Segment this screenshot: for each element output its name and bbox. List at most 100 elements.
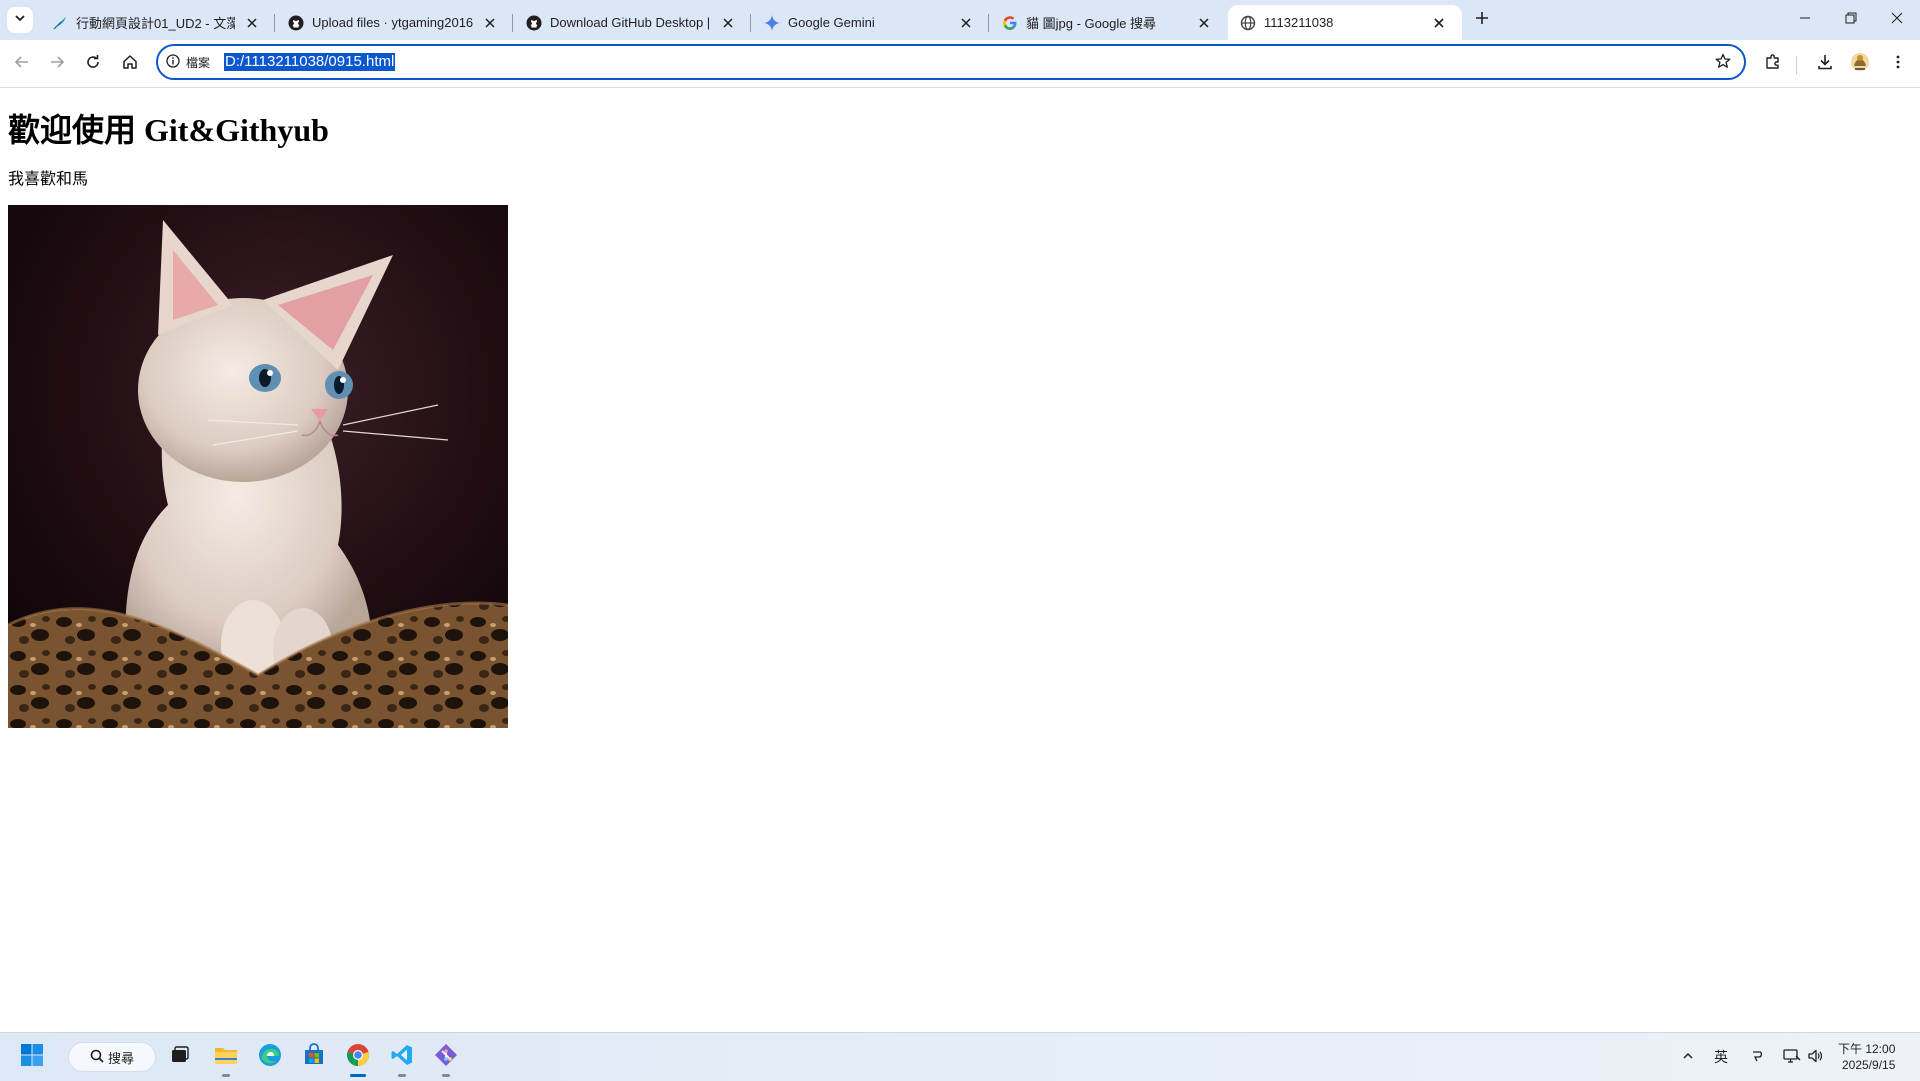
profile-button[interactable] <box>1846 50 1874 78</box>
cat-photo <box>8 205 508 728</box>
address-bar[interactable]: 檔案 D:/1113211038/0915.html <box>156 44 1746 80</box>
info-icon <box>166 53 180 71</box>
tab-upload-files[interactable]: Upload files · ytgaming20160 <box>276 5 513 40</box>
close-icon[interactable] <box>957 14 975 32</box>
tab-title: 1113211038 <box>1264 15 1334 30</box>
download-icon <box>1816 53 1834 76</box>
github-icon <box>288 15 304 31</box>
reload-button[interactable] <box>79 50 107 78</box>
clock-time: 下午 12:00 <box>1838 1042 1896 1056</box>
more-vertical-icon <box>1890 54 1906 75</box>
tab-separator <box>512 14 513 32</box>
downloads-button[interactable] <box>1811 50 1839 78</box>
taskbar-app-store[interactable] <box>298 1041 330 1073</box>
tab-title: 行動網頁設計01_UD2 - 文藻網 <box>76 16 235 31</box>
restore-button[interactable] <box>1828 0 1874 40</box>
file-explorer-icon <box>213 1043 239 1072</box>
taskbar-app-vscode[interactable] <box>386 1041 418 1077</box>
taskbar-app-file-explorer[interactable] <box>210 1041 242 1077</box>
close-icon[interactable] <box>243 14 261 32</box>
minimize-icon <box>1799 11 1811 29</box>
taskbar-app-edge[interactable] <box>254 1041 286 1073</box>
gemini-icon <box>764 14 780 31</box>
start-button[interactable] <box>16 1041 48 1073</box>
tab-title: Download GitHub Desktop | G <box>550 15 711 30</box>
clock-date: 2025/9/15 <box>1841 1058 1896 1072</box>
arrow-right-icon <box>49 54 65 75</box>
close-icon[interactable] <box>1195 14 1213 32</box>
close-icon[interactable] <box>719 14 737 32</box>
page-paragraph: 我喜歡和馬 <box>8 171 89 188</box>
running-indicator <box>222 1074 230 1077</box>
chrome-icon <box>346 1043 370 1072</box>
taskbar-search[interactable]: 搜尋 <box>68 1042 156 1072</box>
tab-mobile-web-design[interactable]: 行動網頁設計01_UD2 - 文藻網 <box>40 5 275 40</box>
feather-icon <box>52 15 68 31</box>
browser-toolbar: 檔案 D:/1113211038/0915.html <box>0 40 1920 88</box>
network-volume-button[interactable] <box>1780 1033 1826 1081</box>
show-hidden-icons-button[interactable] <box>1676 1033 1700 1081</box>
search-label: 搜尋 <box>107 1050 134 1066</box>
task-view-icon <box>169 1044 191 1071</box>
restore-icon <box>1845 11 1857 29</box>
forward-button[interactable] <box>43 50 71 78</box>
ime-mode-icon <box>1750 1049 1764 1066</box>
task-view-button[interactable] <box>164 1041 196 1073</box>
taskbar-clock[interactable]: 下午 12:00 2025/9/15 <box>1838 1041 1895 1073</box>
taskbar-app-git[interactable] <box>430 1041 462 1077</box>
taskbar-app-chrome[interactable] <box>342 1041 374 1077</box>
toolbar-divider <box>1796 56 1797 74</box>
close-icon[interactable] <box>1430 14 1448 32</box>
search-icon <box>90 1049 104 1066</box>
tab-search-button[interactable] <box>7 7 33 33</box>
google-icon <box>1002 15 1018 31</box>
windows-start-icon <box>20 1043 44 1072</box>
tab-google-gemini[interactable]: Google Gemini <box>752 5 989 40</box>
star-icon <box>1715 53 1731 74</box>
tab-separator <box>274 14 275 32</box>
running-indicator <box>442 1074 450 1077</box>
plus-icon <box>1475 11 1489 30</box>
menu-button[interactable] <box>1884 50 1912 78</box>
tab-separator <box>750 14 751 32</box>
home-icon <box>122 54 138 75</box>
globe-icon <box>1240 15 1256 31</box>
back-button[interactable] <box>8 50 36 78</box>
tab-strip: 行動網頁設計01_UD2 - 文藻網 Upload files · ytgami… <box>0 0 1920 40</box>
volume-icon <box>1807 1048 1823 1067</box>
tab-active-page[interactable]: 1113211038 <box>1228 5 1462 40</box>
close-icon <box>1891 11 1903 29</box>
puzzle-icon <box>1764 53 1782 76</box>
tab-title: Upload files · ytgaming20160 <box>312 15 473 30</box>
arrow-left-icon <box>14 54 30 75</box>
avatar-icon <box>1850 52 1870 77</box>
site-info-chip[interactable]: 檔案 <box>166 53 210 71</box>
minimize-button[interactable] <box>1782 0 1828 40</box>
tab-download-github-desktop[interactable]: Download GitHub Desktop | G <box>514 5 751 40</box>
chevron-up-icon <box>1682 1049 1694 1065</box>
close-icon[interactable] <box>481 14 499 32</box>
ime-mode-button[interactable] <box>1744 1033 1770 1081</box>
url-text[interactable]: D:/1113211038/0915.html <box>224 53 396 71</box>
new-tab-button[interactable] <box>1470 8 1494 32</box>
chevron-down-icon <box>14 11 26 29</box>
tab-separator <box>988 14 989 32</box>
input-method-indicator[interactable]: 英 <box>1708 1033 1734 1081</box>
taskbar: 搜尋 英 下午 12:00 2025/9/15 <box>0 1032 1920 1081</box>
extensions-button[interactable] <box>1759 50 1787 78</box>
vscode-icon <box>390 1043 414 1072</box>
reload-icon <box>85 54 101 75</box>
network-icon <box>1783 1048 1801 1067</box>
edge-icon <box>258 1043 282 1072</box>
running-indicator <box>350 1074 366 1077</box>
store-icon <box>302 1042 326 1072</box>
tab-title: 貓 圖jpg - Google 搜尋 <box>1026 16 1157 31</box>
page-content: 歡迎使用 Git&Githyub 我喜歡和馬 <box>8 88 508 728</box>
tab-google-search[interactable]: 貓 圖jpg - Google 搜尋 <box>990 5 1227 40</box>
ime-label: 英 <box>1714 1049 1728 1065</box>
tab-title: Google Gemini <box>788 15 875 30</box>
home-button[interactable] <box>116 50 144 78</box>
close-window-button[interactable] <box>1874 0 1920 40</box>
bookmark-button[interactable] <box>1712 52 1734 74</box>
git-icon <box>434 1043 458 1072</box>
